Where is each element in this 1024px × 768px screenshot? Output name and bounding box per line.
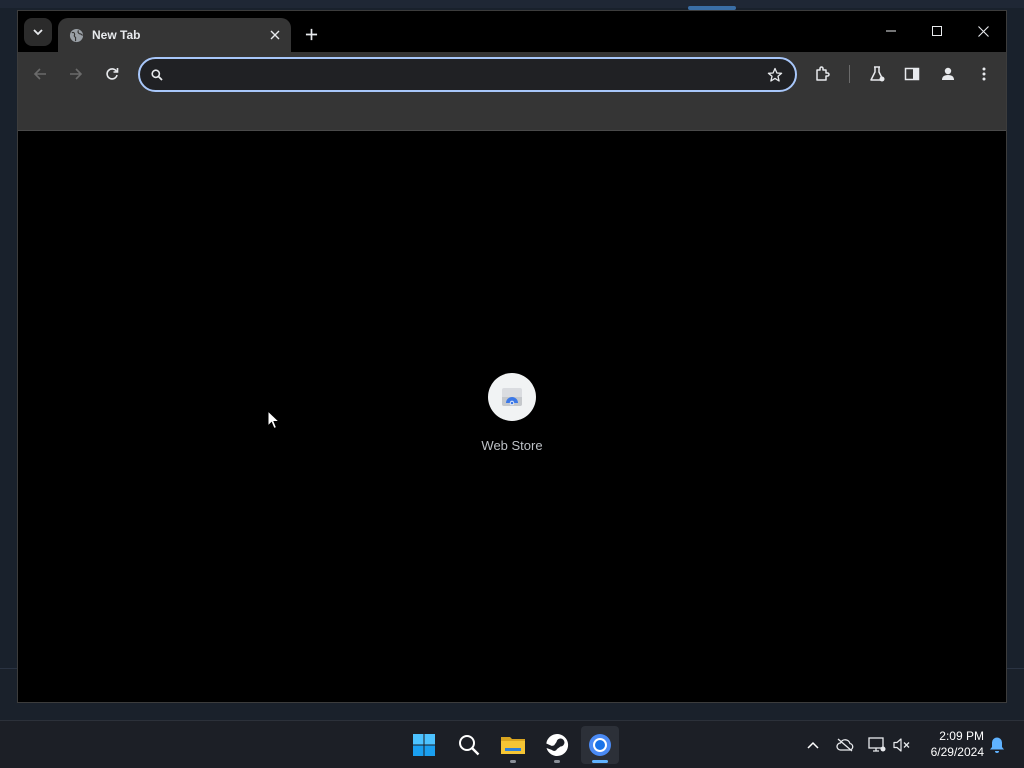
mouse-cursor-icon [267, 410, 281, 430]
web-store-icon [502, 388, 522, 406]
back-button[interactable] [26, 60, 54, 88]
running-indicator [510, 760, 516, 763]
shortcut-web-store[interactable]: Web Store [462, 373, 562, 457]
tab-new-tab[interactable]: New Tab [58, 18, 291, 52]
person-icon [942, 67, 954, 80]
new-tab-button[interactable] [298, 21, 324, 47]
profile-button[interactable] [934, 60, 962, 88]
tab-close-button[interactable] [265, 25, 285, 45]
volume-muted-icon [893, 738, 910, 752]
flask-icon [870, 66, 885, 82]
toolbar [18, 52, 1006, 96]
network-button[interactable] [866, 734, 888, 756]
extensions-button[interactable] [809, 60, 837, 88]
plus-icon [305, 28, 317, 40]
toolbar-divider [849, 65, 850, 83]
minimize-icon [886, 30, 896, 32]
globe-icon [68, 27, 84, 43]
puzzle-icon [816, 66, 830, 81]
tray-overflow-button[interactable] [802, 734, 824, 756]
star-icon [767, 67, 783, 82]
more-vert-icon [982, 67, 986, 81]
search-icon [149, 67, 165, 83]
clock-time: 2:09 PM [939, 729, 984, 743]
file-explorer-button[interactable] [494, 726, 532, 764]
close-window-button[interactable] [960, 15, 1006, 47]
tab-title: New Tab [92, 28, 141, 42]
minimize-button[interactable] [868, 15, 914, 47]
address-bar[interactable] [138, 57, 797, 92]
labs-button[interactable] [863, 60, 891, 88]
new-tab-page: Web Store [18, 132, 1006, 702]
close-icon [977, 25, 989, 37]
steam-button[interactable] [538, 726, 576, 764]
tab-search-button[interactable] [24, 18, 52, 46]
shortcut-label: Web Store [481, 438, 543, 453]
chrome-button[interactable] [581, 726, 619, 764]
forward-button[interactable] [62, 60, 90, 88]
title-bar: New Tab [18, 11, 1006, 52]
chevron-up-icon [807, 741, 819, 749]
running-indicator [554, 760, 560, 763]
search-icon [459, 735, 480, 756]
side-panel-button[interactable] [898, 60, 926, 88]
windows-start-icon [413, 734, 435, 756]
clock-date: 6/29/2024 [930, 745, 984, 759]
cloud-offline-icon [836, 738, 854, 752]
file-explorer-icon [501, 737, 525, 754]
browser-window: New Tab Web Store [17, 10, 1007, 703]
background-window-strip [0, 0, 1024, 8]
close-icon [270, 30, 280, 40]
arrow-left-icon [33, 68, 46, 80]
chrome-icon [589, 734, 611, 756]
onedrive-button[interactable] [834, 734, 856, 756]
bookmark-star-button[interactable] [765, 65, 785, 85]
reload-button[interactable] [98, 60, 126, 88]
arrow-right-icon [70, 68, 83, 80]
maximize-icon [932, 26, 942, 36]
steam-icon [546, 733, 569, 756]
side-panel-icon [904, 67, 920, 81]
shortcut-tile [488, 373, 536, 421]
clock[interactable]: 2:09 PM 6/29/2024 [918, 728, 984, 760]
bell-icon [990, 737, 1004, 753]
maximize-button[interactable] [914, 15, 960, 47]
notifications-button[interactable] [986, 734, 1008, 756]
chevron-down-icon [33, 29, 43, 36]
volume-button[interactable] [891, 734, 913, 756]
taskbar-search-button[interactable] [450, 726, 488, 764]
reload-icon [106, 68, 119, 80]
bookmarks-bar [18, 96, 1006, 131]
start-button[interactable] [405, 726, 443, 764]
network-icon [868, 737, 886, 752]
taskbar: 2:09 PM 6/29/2024 [0, 720, 1024, 768]
running-indicator-active [592, 760, 608, 763]
address-input[interactable] [174, 63, 744, 86]
menu-button[interactable] [970, 60, 998, 88]
